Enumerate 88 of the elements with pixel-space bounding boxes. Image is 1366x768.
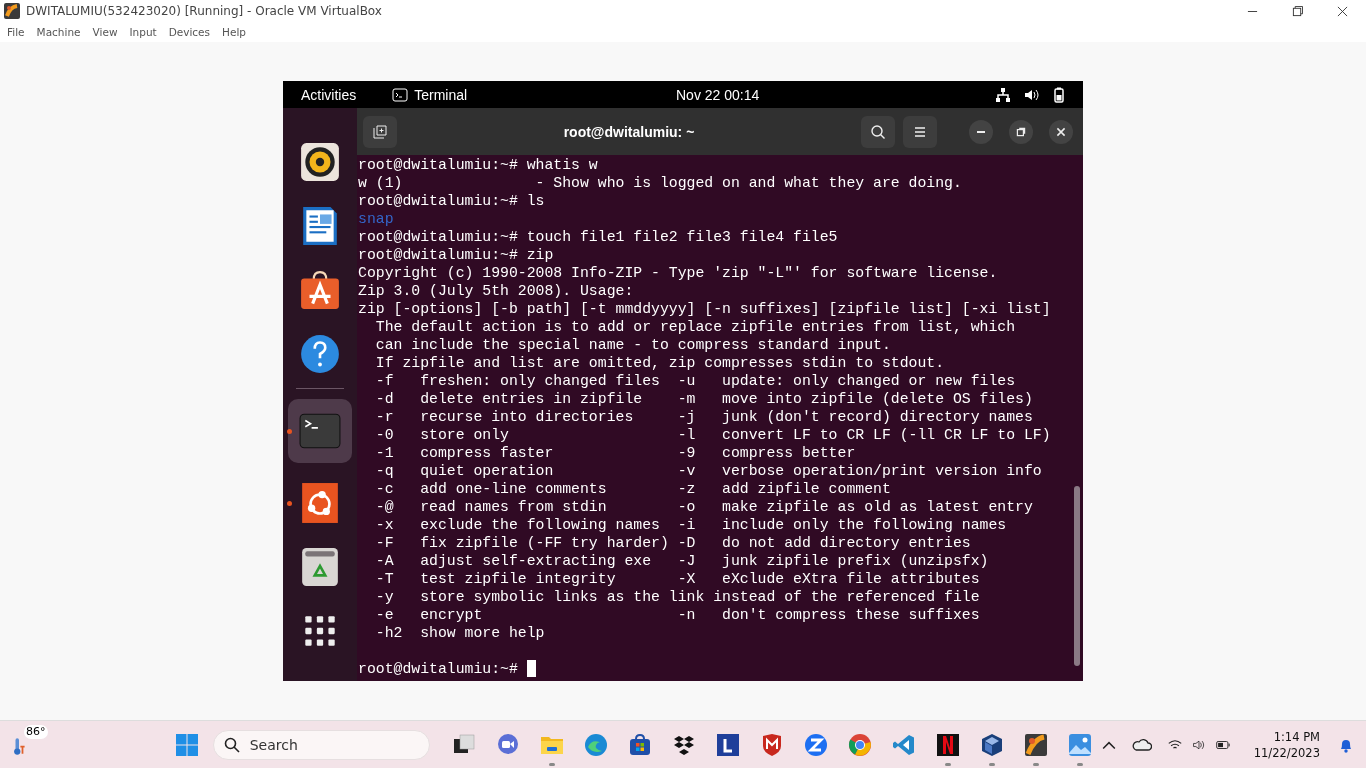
terminal-command: root@dwitalumiu:~# ls (358, 193, 545, 209)
terminal-command: root@dwitalumiu:~# whatis w (358, 157, 598, 173)
streaming-icon (936, 733, 959, 756)
shopping-bag-icon (299, 269, 341, 311)
terminal-output: The default action is to add or replace zipfile entries from list, which (374, 319, 1016, 335)
battery-icon[interactable] (1051, 86, 1067, 103)
terminal-prompt: root@dwitalumiu:~# (358, 661, 519, 677)
cloud-icon[interactable] (1131, 737, 1152, 752)
terminal-output: -F fix zipfile (-FF try harder) -D do not add directory entries (374, 535, 971, 551)
menu-item[interactable]: Help (222, 26, 246, 38)
browser-icon (584, 733, 607, 756)
help-icon (299, 333, 341, 375)
battery-icon[interactable] (1215, 738, 1230, 751)
network-icon[interactable] (995, 86, 1011, 103)
cube-icon (981, 733, 1002, 756)
new-tab-button[interactable] (363, 115, 397, 148)
terminal-command: root@dwitalumiu:~# touch file1 file2 file3 file4 file5 (358, 229, 838, 245)
store-icon (629, 733, 650, 755)
code-editor-icon (892, 734, 914, 755)
restore-icon (1015, 125, 1027, 138)
activities-button[interactable]: Activities (301, 86, 357, 103)
logo-icon (299, 482, 341, 524)
app-icon (4, 3, 20, 19)
close-icon[interactable] (1337, 5, 1348, 17)
terminal-output: -0 store only -l convert LF to CR LF (-ll CR LF to LF) (374, 427, 1051, 443)
close-button[interactable] (1049, 119, 1073, 144)
photos-icon (1068, 733, 1091, 756)
menu-item[interactable]: View (92, 26, 118, 38)
terminal-output: can include the special name - to compress standard input. (374, 337, 891, 353)
terminal-output: -x exclude the following names -i include only the following names (374, 517, 1007, 533)
scrollbar[interactable] (1074, 486, 1080, 666)
video-chat-icon (497, 733, 518, 754)
terminal-title: root@dwitalumiu: ~ (562, 123, 696, 140)
clock[interactable]: Nov 22 00:14 (676, 86, 760, 103)
text-cursor (526, 660, 536, 677)
menu-item[interactable]: File (7, 26, 25, 38)
terminal-output: Copyright (c) 1990-2008 Info-ZIP - Type 'zip "-L"' for software license. (358, 265, 998, 281)
search-button[interactable] (861, 115, 895, 148)
menu-item[interactable]: Devices (168, 26, 211, 38)
windows-icon (453, 734, 474, 753)
terminal-output: -y store symbolic links as the link instead of the referenced file (374, 589, 980, 605)
close-icon (1055, 125, 1067, 138)
speaker-icon (299, 141, 341, 183)
terminal-output: -c add one-line comments -z add zipfile comment (374, 481, 891, 497)
terminal-output: zip [-options] [-b path] [-t mmddyyyy] [-n suffixes] [zipfile list] [-xi list] (358, 301, 1051, 317)
new-tab-icon (372, 123, 388, 140)
minimize-icon (977, 130, 985, 133)
maximize-icon[interactable] (1292, 5, 1303, 17)
terminal-output: -f freshen: only changed files -u update: only changed or new files (374, 373, 1016, 389)
terminal-output: -q quiet operation -v verbose operation/print version info (374, 463, 1042, 479)
terminal-output: -e encrypt -n don't compress these suffixes (374, 607, 980, 623)
taskbar-date[interactable]: 11/22/2023 (1253, 744, 1320, 761)
terminal-output: -A adjust self-extracting exe -J junk zipfile prefix (unzipsfx) (374, 553, 989, 569)
menu-item[interactable]: Machine (36, 26, 81, 38)
terminal-command: root@dwitalumiu:~# zip (358, 247, 554, 263)
start-icon[interactable] (174, 732, 199, 757)
box-icon (673, 735, 694, 755)
search-icon (870, 123, 886, 140)
minimize-button[interactable] (969, 119, 993, 144)
folder-icon (540, 736, 563, 754)
menu-item[interactable]: Input (129, 26, 157, 38)
terminal-output: -h2 show more help (374, 625, 545, 641)
terminal-output: -@ read names from stdin -o make zipfile as old as latest entry (374, 499, 1033, 515)
terminal-output: If zipfile and list are omitted, zip compresses stdin to stdout. (374, 355, 945, 371)
restore-button[interactable] (1009, 119, 1033, 144)
terminal-output: -T test zipfile integrity -X eXclude eXtra file attributes (374, 571, 980, 587)
wifi-icon[interactable] (1167, 738, 1182, 751)
volume-icon[interactable] (1191, 738, 1206, 751)
terminal-output: -1 compress faster -9 compress better (374, 445, 856, 461)
z-icon (804, 733, 827, 756)
trash-icon (299, 546, 341, 588)
terminal-output: Zip 3.0 (July 5th 2008). Usage: (358, 283, 634, 299)
app-name[interactable]: Terminal (414, 86, 468, 103)
search-field[interactable]: Search (212, 729, 430, 760)
terminal-output: -r recurse into directories -j junk (don't record) directory names (374, 409, 1033, 425)
directory-name: snap (358, 211, 394, 227)
letter-icon (716, 733, 739, 756)
window-title: DWITALUMIU(532423020) [Running] - Oracle VM VirtualBox (26, 4, 382, 18)
search-icon (223, 736, 240, 753)
terminal-icon (392, 87, 409, 102)
terminal-output: -d delete entries in zipfile -m move into zipfile (delete OS files) (374, 391, 1033, 407)
temperature[interactable]: 86° (24, 724, 48, 739)
app-icon (1024, 733, 1047, 756)
menu-button[interactable] (903, 115, 937, 148)
taskbar-time[interactable]: 1:14 PM (1273, 728, 1320, 745)
browser-icon (848, 733, 871, 756)
terminal-output: w (1) - Show who is logged on and what they are doing. (358, 175, 962, 191)
shield-icon (762, 733, 781, 756)
